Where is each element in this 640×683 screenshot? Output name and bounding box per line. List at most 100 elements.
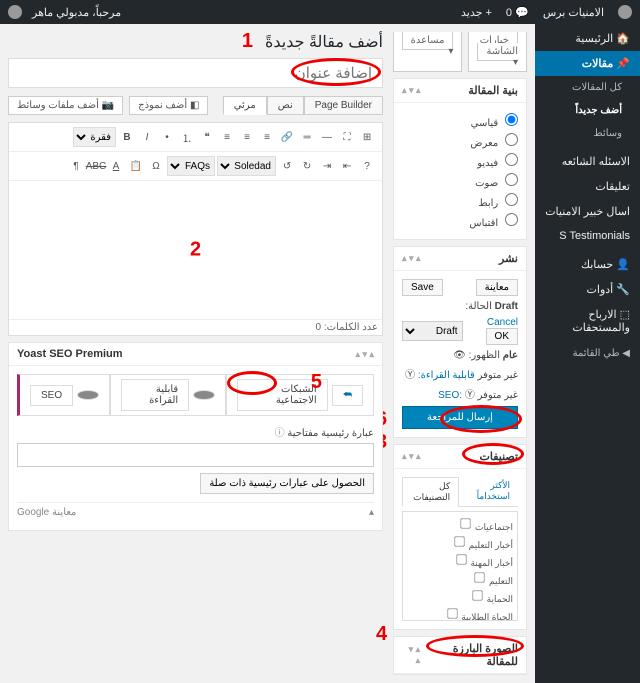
sidebar-item-testimonials[interactable]: S Testimonials xyxy=(535,224,640,248)
word-count: عدد الكلمات: 0 xyxy=(9,319,382,335)
editor-toolbar-2: ? ⇤ ⇥ ↻ ↺ Soledad FAQs Ω 📋 A ABC ¶ xyxy=(9,152,382,181)
format-standard[interactable]: قياسي xyxy=(402,111,518,131)
charmap-icon[interactable]: Ω xyxy=(147,157,165,175)
sidebar-item-earnings[interactable]: ⬚ الارباح والمستحقات xyxy=(535,302,640,340)
format-video[interactable]: فيديو xyxy=(402,151,518,171)
format-gallery[interactable]: معرض xyxy=(402,131,518,151)
submit-review-button[interactable]: إرسال للمراجعة xyxy=(402,406,518,429)
format-audio[interactable]: صوت xyxy=(402,171,518,191)
help-icon[interactable]: ⓘ xyxy=(275,428,285,439)
keyword-input[interactable] xyxy=(17,443,374,467)
chevron-up-icon[interactable]: ▴ xyxy=(369,507,374,518)
readmore-icon[interactable]: — xyxy=(318,128,336,146)
tab-visual[interactable]: مرئي xyxy=(223,96,267,115)
publish-heading: نشر xyxy=(499,252,518,265)
toggle-icon[interactable]: ▴ ▾ ▴ xyxy=(402,644,420,666)
status-dot-icon xyxy=(193,390,215,400)
ok-button[interactable]: OK xyxy=(486,328,518,345)
status-select[interactable]: Draft xyxy=(402,321,463,341)
align-right-icon[interactable]: ≡ xyxy=(218,128,236,146)
sidebar-item-tools[interactable]: 🔧 أدوات xyxy=(535,277,640,302)
undo-icon[interactable]: ↺ xyxy=(278,157,296,175)
cancel-link[interactable]: Cancel xyxy=(487,317,518,328)
categories-list[interactable]: اجتماعيات أخبار التعليم أخبار المهنة الت… xyxy=(402,511,518,621)
cat-item[interactable]: الحياة الطلابية xyxy=(407,606,513,621)
align-center-icon[interactable]: ≡ xyxy=(238,128,256,146)
wp-logo-icon[interactable] xyxy=(618,5,632,19)
collapse-menu[interactable]: ◀ طي القائمة xyxy=(535,340,640,367)
sidebar-item-posts[interactable]: 📌 مقالات xyxy=(535,51,640,76)
content-editor: ⊞ ⛶ — ═ 🔗 ≡ ≡ ≡ ❝ ⒈ • I B فقرة ? xyxy=(8,122,383,336)
sidebar-item-comments[interactable]: تعليقات xyxy=(535,174,640,199)
sidebar-item-profile[interactable]: 👤 حسابك xyxy=(535,252,640,277)
ol-icon[interactable]: ⒈ xyxy=(178,128,196,146)
page-title: أضف مقالةً جديدةً xyxy=(265,32,383,52)
cat-tab-all[interactable]: كل التصنيفات xyxy=(402,477,459,507)
related-keywords-button[interactable]: الحصول على عبارات رئيسية ذات صلة xyxy=(200,473,374,494)
annotation-2: 2 xyxy=(190,239,201,262)
format-select[interactable]: فقرة xyxy=(73,127,116,147)
soledad-select[interactable]: Soledad xyxy=(217,156,276,176)
admin-toolbar: الامنيات برس 💬 0 + جديد مرحباً، مدبولي م… xyxy=(0,0,640,24)
blockquote-icon[interactable]: ❝ xyxy=(198,128,216,146)
yoast-tab-read[interactable]: قابلية القراءة xyxy=(110,374,226,416)
cat-item[interactable]: أخبار التعليم xyxy=(407,534,513,552)
hr-icon[interactable]: ═ xyxy=(298,128,316,146)
tab-text[interactable]: نص xyxy=(267,96,304,115)
toggle-icon[interactable]: ▴ ▾ ▴ xyxy=(402,85,421,96)
editor-toolbar-1: ⊞ ⛶ — ═ 🔗 ≡ ≡ ≡ ❝ ⒈ • I B فقرة xyxy=(9,123,382,152)
color-icon[interactable]: A xyxy=(107,157,125,175)
fullscreen-icon[interactable]: ⛶ xyxy=(338,128,356,146)
toggle-icon[interactable]: ▴ ▾ ▴ xyxy=(402,451,421,462)
outdent-icon[interactable]: ⇤ xyxy=(338,157,356,175)
faqs-select[interactable]: FAQs xyxy=(167,156,215,176)
tab-builder[interactable]: Page Builder xyxy=(304,96,383,115)
editor-textarea[interactable]: 2 xyxy=(9,181,382,319)
format-metabox: بنية المقالة▴ ▾ ▴ قياسي معرض فيديو صوت ر… xyxy=(393,78,527,240)
toggle-icon[interactable]: ▴ ▾ ▴ xyxy=(402,253,421,264)
sidebar-item-dashboard[interactable]: 🏠 الرئيسية xyxy=(535,26,640,51)
sidebar-sub-all[interactable]: كل المقالات xyxy=(535,76,640,99)
help-icon[interactable]: ? xyxy=(358,157,376,175)
kitchen-sink-icon[interactable]: ⊞ xyxy=(358,128,376,146)
help-tab[interactable]: مساعدة ▾ xyxy=(393,32,463,72)
yoast-tab-social[interactable]: ⮪ الشبكات الاجتماعية xyxy=(226,374,374,416)
format-link[interactable]: رابط xyxy=(402,191,518,211)
screen-options-tab[interactable]: خيارات الشاشة ▾ xyxy=(468,32,527,72)
sidebar-sub-media[interactable]: وسائط xyxy=(535,122,640,145)
add-media-button[interactable]: 📷 أضف ملفات وسائط xyxy=(8,96,123,115)
cat-item[interactable]: أخبار المهنة xyxy=(407,552,513,570)
save-button[interactable]: Save xyxy=(402,279,443,296)
format-quote[interactable]: اقتباس xyxy=(402,211,518,231)
strike-icon[interactable]: ABC xyxy=(87,157,105,175)
ul-icon[interactable]: • xyxy=(158,128,176,146)
italic-icon[interactable]: I xyxy=(138,128,156,146)
rtl-icon[interactable]: ¶ xyxy=(67,157,85,175)
add-form-button[interactable]: ◧ أضف نموذج xyxy=(129,96,208,115)
featured-image-heading: الصورة البارزة للمقالة xyxy=(420,642,518,668)
site-name[interactable]: الامنيات برس xyxy=(543,6,604,19)
admin-sidebar: 🏠 الرئيسية 📌 مقالات كل المقالات أضف جديد… xyxy=(535,24,640,683)
cat-item[interactable]: التعليم xyxy=(407,570,513,588)
align-left-icon[interactable]: ≡ xyxy=(258,128,276,146)
cat-item[interactable]: الحماية xyxy=(407,588,513,606)
sidebar-sub-addnew[interactable]: أضف جديداً xyxy=(535,99,640,122)
preview-button[interactable]: معاينة xyxy=(476,279,518,296)
annotation-1: 1 xyxy=(242,30,253,53)
yoast-tab-seo[interactable]: SEO xyxy=(17,374,110,416)
post-title-input[interactable] xyxy=(8,58,383,88)
indent-icon[interactable]: ⇥ xyxy=(318,157,336,175)
new-content[interactable]: + جديد xyxy=(461,6,492,19)
greeting[interactable]: مرحباً، مدبولي ماهر xyxy=(32,6,121,19)
toggle-icon[interactable]: ▴ ▾ ▴ xyxy=(355,349,374,360)
categories-metabox: تصنيفات▴ ▾ ▴ الأكثر استخداماً كل التصنيف… xyxy=(393,444,527,630)
redo-icon[interactable]: ↻ xyxy=(298,157,316,175)
bold-icon[interactable]: B xyxy=(118,128,136,146)
cat-tab-used[interactable]: الأكثر استخداماً xyxy=(459,477,518,506)
paste-icon[interactable]: 📋 xyxy=(127,157,145,175)
link-icon[interactable]: 🔗 xyxy=(278,128,296,146)
comments-count[interactable]: 💬 0 xyxy=(506,6,529,19)
sidebar-item-faq[interactable]: الاسئله الشائعه xyxy=(535,149,640,174)
avatar[interactable] xyxy=(8,5,22,19)
sidebar-item-ask[interactable]: اسال خبير الامنيات xyxy=(535,199,640,224)
